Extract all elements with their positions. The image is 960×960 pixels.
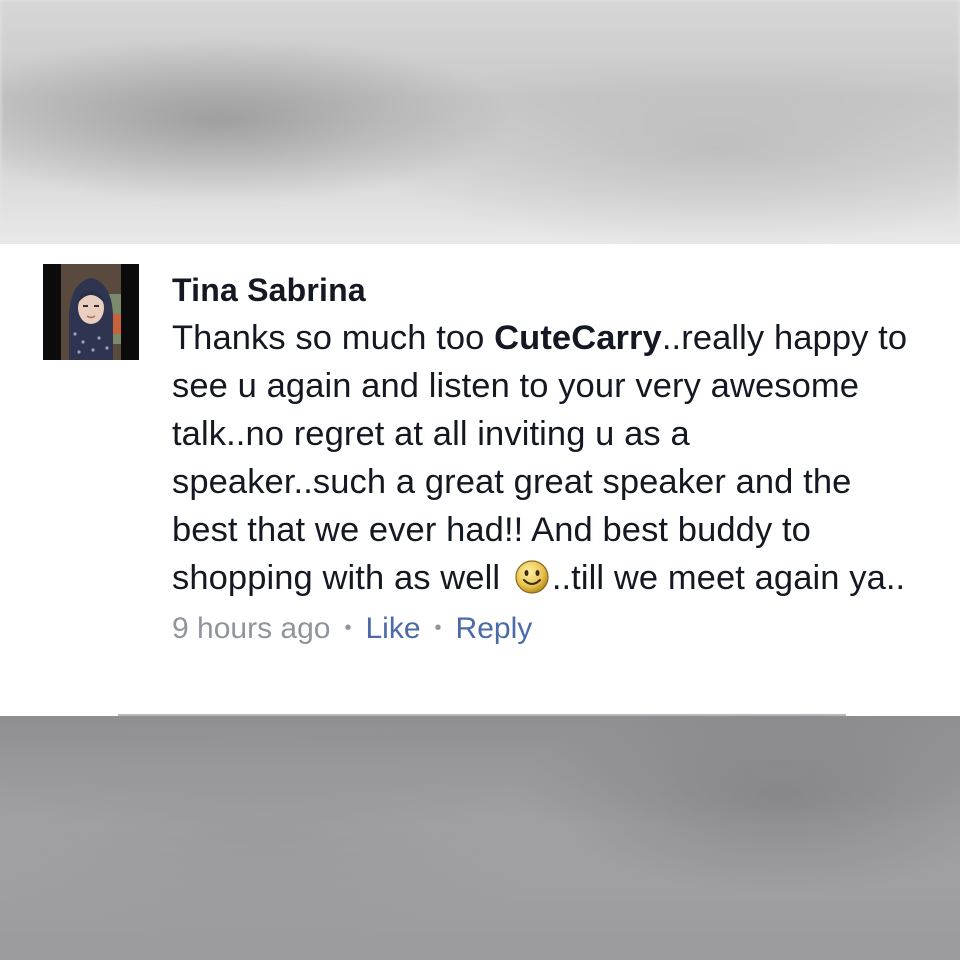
blurred-background-top <box>0 0 960 244</box>
avatar[interactable] <box>43 264 139 360</box>
comment-author-name[interactable]: Tina Sabrina <box>172 270 912 310</box>
blurred-background-bottom <box>0 716 960 960</box>
comment-text-part-3: ..till we meet again ya.. <box>551 559 906 597</box>
separator-dot: • <box>434 617 442 639</box>
comment-text: Thanks so much too CuteCarry..really hap… <box>172 314 912 602</box>
comment-timestamp[interactable]: 9 hours ago <box>172 612 330 645</box>
smiley-face-icon <box>515 560 549 594</box>
profile-photo-icon <box>43 264 139 360</box>
comment-divider <box>118 714 846 716</box>
comment-body: Tina Sabrina Thanks so much too CuteCarr… <box>172 270 912 651</box>
mentioned-user-link[interactable]: CuteCarry <box>494 319 662 357</box>
like-button[interactable]: Like <box>365 612 420 645</box>
comment-text-part-1: Thanks so much too <box>172 319 495 357</box>
separator-dot: • <box>344 617 352 639</box>
comment-text-part-2: ..really happy to see u again and listen… <box>172 319 908 597</box>
reply-button[interactable]: Reply <box>456 612 533 645</box>
comment-meta: 9 hours ago • Like • Reply <box>172 606 912 651</box>
comment-card: Tina Sabrina Thanks so much too CuteCarr… <box>0 244 960 716</box>
